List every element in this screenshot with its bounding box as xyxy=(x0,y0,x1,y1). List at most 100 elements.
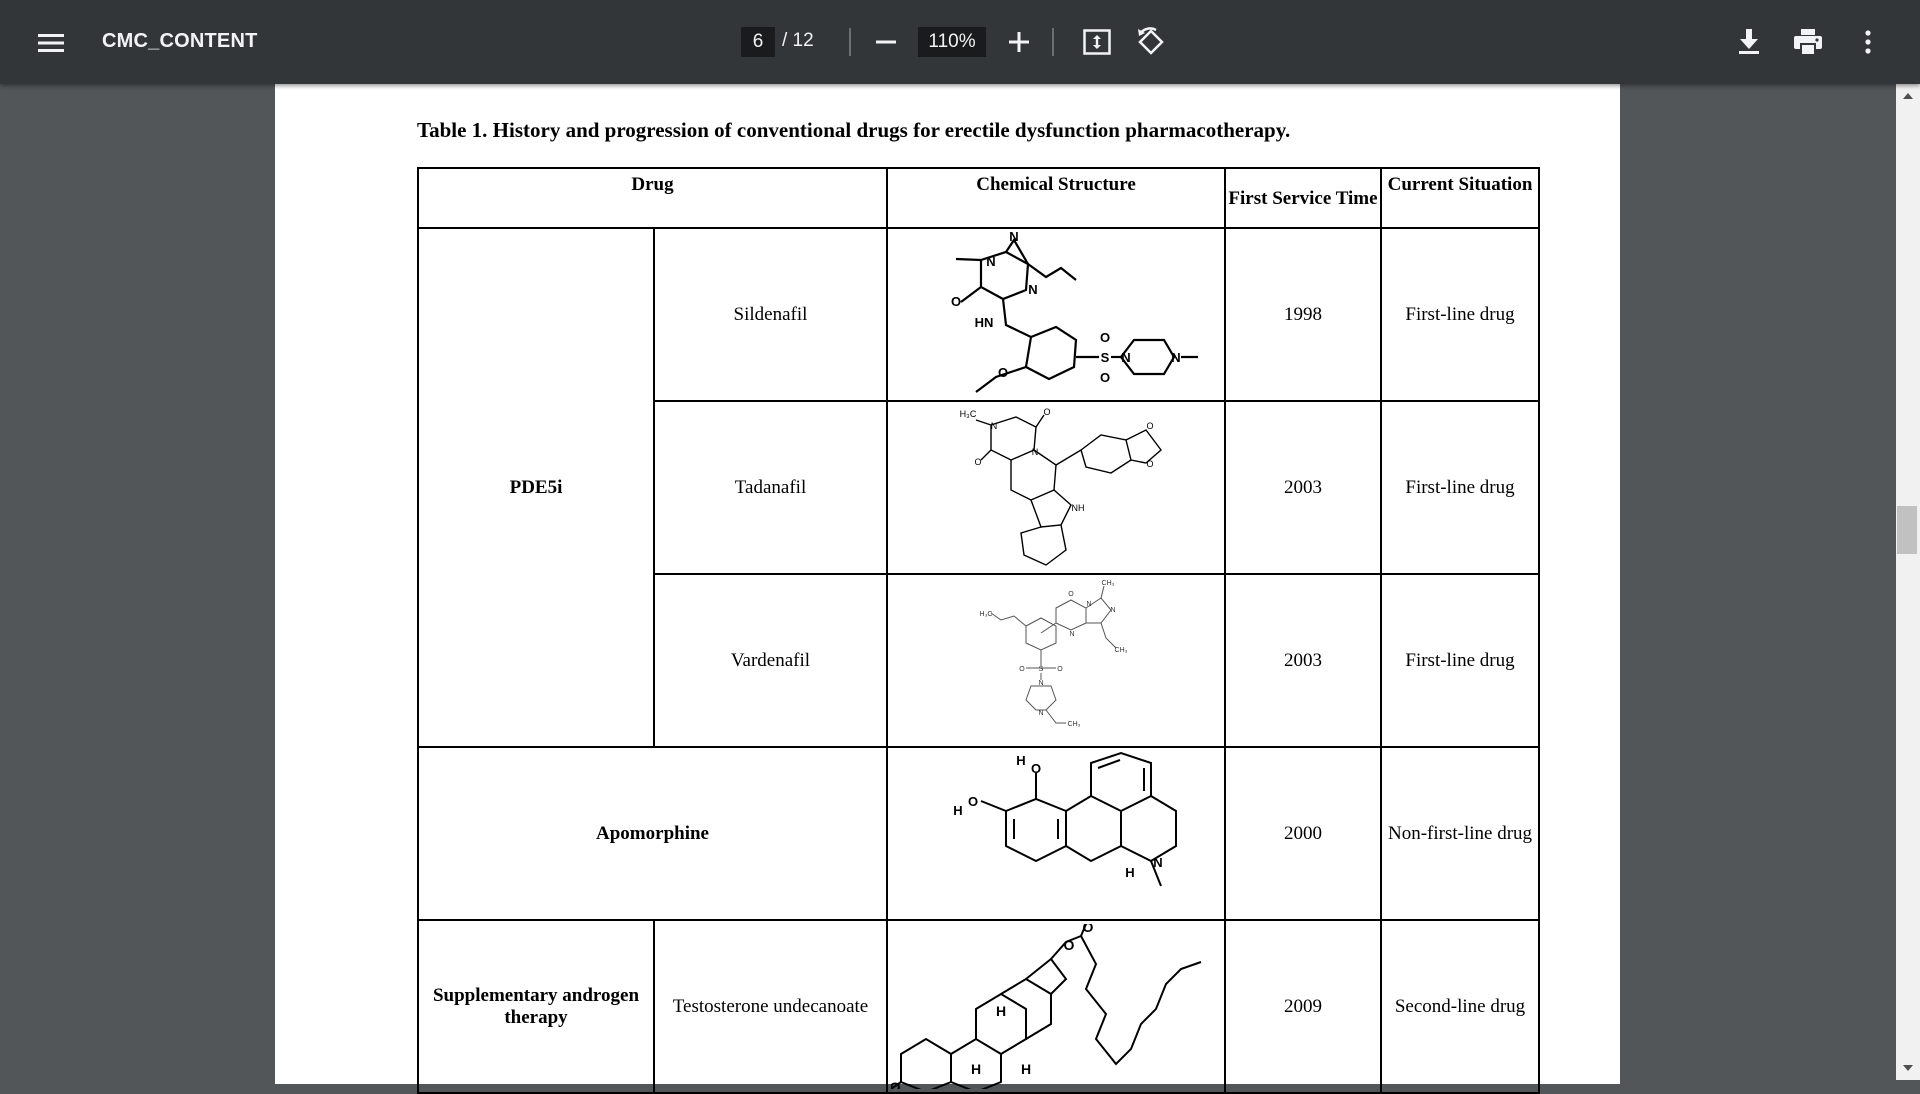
current-situation: First-line drug xyxy=(1380,573,1540,748)
atom-label: CH₃ xyxy=(1102,580,1115,587)
zoom-level-input[interactable]: 110% xyxy=(918,27,986,57)
atom-label: O xyxy=(968,794,978,809)
atom-label: O xyxy=(1064,937,1075,953)
drug-name: Testosterone undecanoate xyxy=(653,919,888,1094)
table-header-row: Drug Chemical Structure First Service Ti… xyxy=(417,167,1540,229)
first-service-time: 2003 xyxy=(1224,573,1382,748)
scroll-up-arrow-icon[interactable] xyxy=(1900,90,1916,102)
atom-label: H₃C xyxy=(960,409,977,419)
atom-label: S xyxy=(1101,350,1110,365)
current-situation: Non-first-line drug xyxy=(1380,746,1540,921)
sildenafil-structure-image: N N N O HN O O S O N N xyxy=(951,232,1198,393)
atom-label: O xyxy=(1043,407,1050,417)
testosterone-structure-image: O O O H H H xyxy=(891,924,1202,1089)
atom-label: N xyxy=(1038,680,1043,687)
atom-label: N xyxy=(1028,282,1037,297)
table-row: Apomorphine H O H O H N 2000 Non-first-l… xyxy=(417,746,1540,921)
atom-label: H xyxy=(953,803,962,818)
current-situation: First-line drug xyxy=(1380,400,1540,575)
fit-to-page-icon[interactable] xyxy=(1076,20,1118,64)
current-situation: First-line drug xyxy=(1380,227,1540,402)
atom-label: HN xyxy=(975,315,994,330)
atom-label: N xyxy=(1153,855,1162,870)
structure-testosterone-undecanoate: O O O H H H xyxy=(886,919,1226,1094)
atom-label: O xyxy=(998,365,1008,380)
atom-label: H xyxy=(971,1061,981,1077)
atom-label: N xyxy=(1110,607,1115,614)
group-androgen-therapy: Supplementary androgen therapy xyxy=(417,919,655,1094)
header-drug: Drug xyxy=(417,167,888,229)
atom-label: O xyxy=(974,457,981,467)
page-total: / 12 xyxy=(782,30,814,51)
structure-apomorphine: H O H O H N xyxy=(886,746,1226,921)
atom-label: N xyxy=(1086,601,1091,608)
print-icon[interactable] xyxy=(1786,20,1830,64)
atom-label: N xyxy=(991,421,998,431)
atom-label: O xyxy=(1031,761,1041,776)
document-title: CMC_CONTENT xyxy=(102,30,258,52)
atom-label: H₃C xyxy=(980,611,993,618)
table-row: Supplementary androgen therapy Testoster… xyxy=(417,919,1540,1094)
drug-name: Vardenafil xyxy=(653,573,888,748)
pdf-page: Table 1. History and progression of conv… xyxy=(275,84,1620,1094)
atom-label: H xyxy=(1125,865,1134,880)
drug-table: Drug Chemical Structure First Service Ti… xyxy=(417,167,1540,1094)
drug-name: Sildenafil xyxy=(653,227,888,402)
header-first-service-time: First Service Time xyxy=(1224,167,1382,229)
atom-label: N xyxy=(1009,232,1018,244)
toolbar-divider xyxy=(1052,28,1054,56)
atom-label: N xyxy=(1121,350,1130,365)
group-pde5i: PDE5i xyxy=(417,227,655,748)
first-service-time: 2003 xyxy=(1224,400,1382,575)
drug-name: Tadanafil xyxy=(653,400,888,575)
apomorphine-structure-image: H O H O H N xyxy=(953,751,1177,887)
atom-label: CH₃ xyxy=(1115,647,1128,654)
atom-label: H xyxy=(1016,753,1025,768)
atom-label: CH₃ xyxy=(1068,721,1081,728)
atom-label: O xyxy=(1100,330,1110,345)
atom-label: N xyxy=(1069,631,1074,638)
more-options-icon[interactable] xyxy=(1848,20,1888,64)
atom-label: O xyxy=(1083,924,1094,935)
menu-icon[interactable] xyxy=(30,22,72,64)
structure-tadalafil: H₃C N O O N NH O O xyxy=(886,400,1226,575)
atom-label: O xyxy=(1100,370,1110,385)
atom-label: NH xyxy=(1072,503,1085,513)
atom-label: O xyxy=(951,294,961,309)
vardenafil-structure-image: CH₃ O N N N H₃C O S O N N CH₃ CH₃ xyxy=(980,580,1128,728)
atom-label: O xyxy=(1068,591,1074,598)
toolbar-divider xyxy=(849,28,851,56)
first-service-time: 1998 xyxy=(1224,227,1382,402)
group-apomorphine: Apomorphine xyxy=(417,746,888,921)
zoom-in-icon[interactable] xyxy=(998,21,1040,63)
atom-label: N xyxy=(986,254,995,269)
page-number-input[interactable]: 6 xyxy=(741,27,775,57)
viewer-toolbar: CMC_CONTENT 6 / 12 110% xyxy=(0,0,1920,84)
atom-label: S xyxy=(1039,666,1044,673)
rotate-icon[interactable] xyxy=(1130,20,1172,64)
table-row: PDE5i Sildenafil N N N O HN O O S O N N … xyxy=(417,227,1540,748)
structure-vardenafil: CH₃ O N N N H₃C O S O N N CH₃ CH₃ xyxy=(886,573,1226,748)
vertical-scrollbar[interactable] xyxy=(1896,84,1920,1080)
tadalafil-structure-image: H₃C N O O N NH O O xyxy=(960,407,1162,566)
first-service-time: 2009 xyxy=(1224,919,1382,1094)
structure-sildenafil: N N N O HN O O S O N N xyxy=(886,227,1226,402)
table-caption: Table 1. History and progression of conv… xyxy=(417,118,1291,142)
atom-label: N xyxy=(1038,710,1043,717)
atom-label: H xyxy=(996,1003,1006,1019)
header-chemical-structure: Chemical Structure xyxy=(886,167,1226,229)
atom-label: O xyxy=(1146,459,1153,469)
scroll-down-arrow-icon[interactable] xyxy=(1900,1062,1916,1074)
download-icon[interactable] xyxy=(1728,20,1770,64)
scrollbar-thumb[interactable] xyxy=(1897,506,1917,554)
atom-label: H xyxy=(1021,1061,1031,1077)
current-situation: Second-line drug xyxy=(1380,919,1540,1094)
atom-label: N xyxy=(1171,350,1180,365)
atom-label: O xyxy=(1146,421,1153,431)
zoom-out-icon[interactable] xyxy=(866,21,906,63)
atom-label: O xyxy=(1019,666,1025,673)
atom-label: O xyxy=(1057,666,1063,673)
header-current-situation: Current Situation xyxy=(1380,167,1540,229)
atom-label: O xyxy=(891,1079,901,1089)
first-service-time: 2000 xyxy=(1224,746,1382,921)
